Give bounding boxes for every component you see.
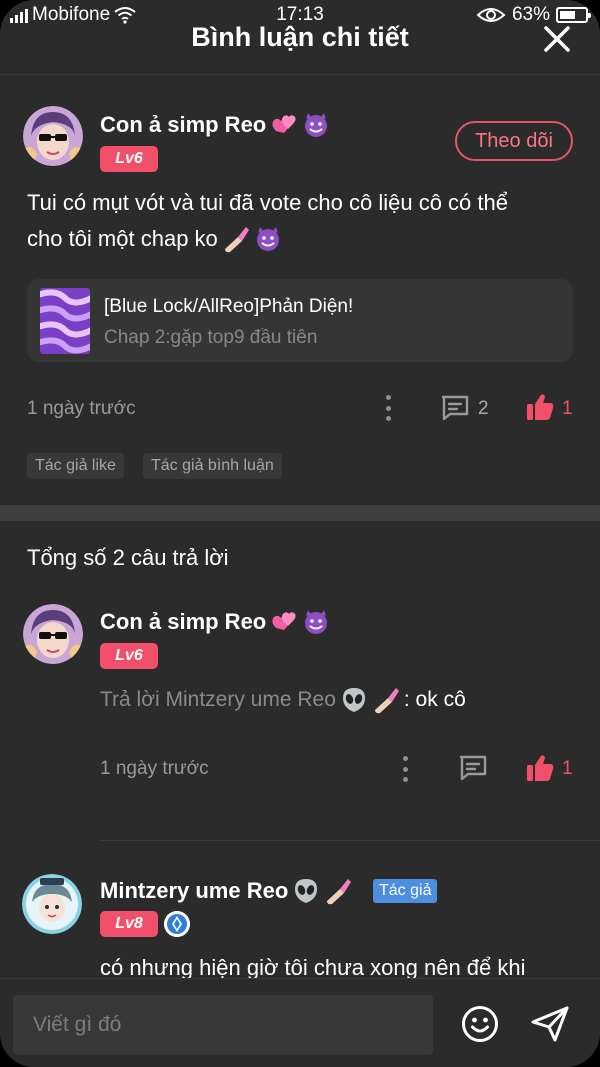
level-badge: Lv6 (100, 643, 158, 669)
tag-author-comment: Tác giả bình luận (143, 453, 282, 479)
devil-emoji-icon (305, 610, 328, 634)
emoji-icon[interactable] (461, 1005, 499, 1043)
level-badge: Lv6 (100, 146, 158, 172)
reply-avatar[interactable] (23, 604, 83, 664)
comment-text-line1: Tui có mụt vót và tui đã vote cho cô liệ… (27, 190, 508, 215)
verified-icon (164, 911, 190, 937)
thumbs-up-icon[interactable] (525, 392, 555, 422)
thumbs-up-icon[interactable] (525, 753, 555, 783)
reply-message: : ok cô (403, 688, 466, 711)
username-text: Con ả simp Reo (100, 609, 267, 634)
page-title: Bình luận chi tiết (191, 22, 409, 52)
reply-avatar[interactable] (22, 874, 82, 934)
reply-divider (100, 840, 600, 841)
story-card[interactable]: [Blue Lock/AllReo]Phản Diện! Chap 2:gặp … (27, 279, 573, 362)
send-icon[interactable] (530, 1005, 570, 1043)
comment-icon[interactable] (440, 394, 470, 422)
author-badge: Tác giả (373, 879, 438, 903)
follow-button[interactable]: Theo dõi (455, 121, 573, 161)
reply-count: 2 (478, 398, 489, 419)
reply-prefix: Trả lời Mintzery ume Reo (100, 688, 336, 711)
replies-total: Tổng số 2 câu trả lời (27, 545, 229, 570)
comment-icon[interactable] (458, 754, 488, 782)
reply-text: Trả lời Mintzery ume Reo : ok cô (100, 686, 466, 714)
reply-time: 1 ngày trước (100, 758, 209, 779)
reply-username[interactable]: Con ả simp Reo (100, 608, 330, 636)
comment-detail-screen: Mobifone 17:13 63% Bình luận chi tiết Co… (0, 0, 600, 1067)
comment-composer (0, 978, 600, 1067)
devil-emoji-icon (256, 227, 279, 251)
more-options-icon[interactable] (384, 395, 392, 421)
header-divider (0, 74, 600, 75)
section-divider (0, 505, 600, 521)
hearts-emoji-icon (272, 612, 296, 630)
story-cover (40, 288, 90, 354)
comment-text-line2: cho tôi một chap ko (27, 226, 218, 251)
story-chapter: Chap 2:gặp top9 đầu tiên (104, 327, 318, 348)
nail-polish-emoji-icon (374, 688, 399, 714)
story-title: [Blue Lock/AllReo]Phản Diện! (104, 296, 354, 317)
username-text: Mintzery ume Reo (100, 878, 289, 903)
comment-time: 1 ngày trước (27, 398, 136, 419)
hearts-emoji-icon (272, 115, 296, 133)
tag-author-like: Tác giả like (27, 453, 124, 479)
nail-polish-emoji-icon (224, 227, 249, 253)
like-count: 1 (562, 398, 573, 419)
avatar[interactable] (23, 106, 83, 166)
header: Bình luận chi tiết (0, 14, 600, 64)
reply-username[interactable]: Mintzery ume Reo (100, 877, 352, 905)
comment-input[interactable] (13, 995, 433, 1055)
devil-emoji-icon (305, 113, 328, 137)
level-badge: Lv8 (100, 911, 158, 937)
like-count: 1 (562, 758, 573, 779)
nail-polish-emoji-icon (327, 879, 352, 905)
comment-text-line2-wrap: cho tôi một chap ko (27, 221, 282, 257)
username-text: Con ả simp Reo (100, 112, 267, 137)
comment-username[interactable]: Con ả simp Reo (100, 111, 330, 139)
alien-emoji-icon (295, 879, 318, 903)
more-options-icon[interactable] (401, 756, 409, 782)
alien-emoji-icon (342, 688, 365, 712)
close-icon[interactable] (542, 24, 572, 54)
